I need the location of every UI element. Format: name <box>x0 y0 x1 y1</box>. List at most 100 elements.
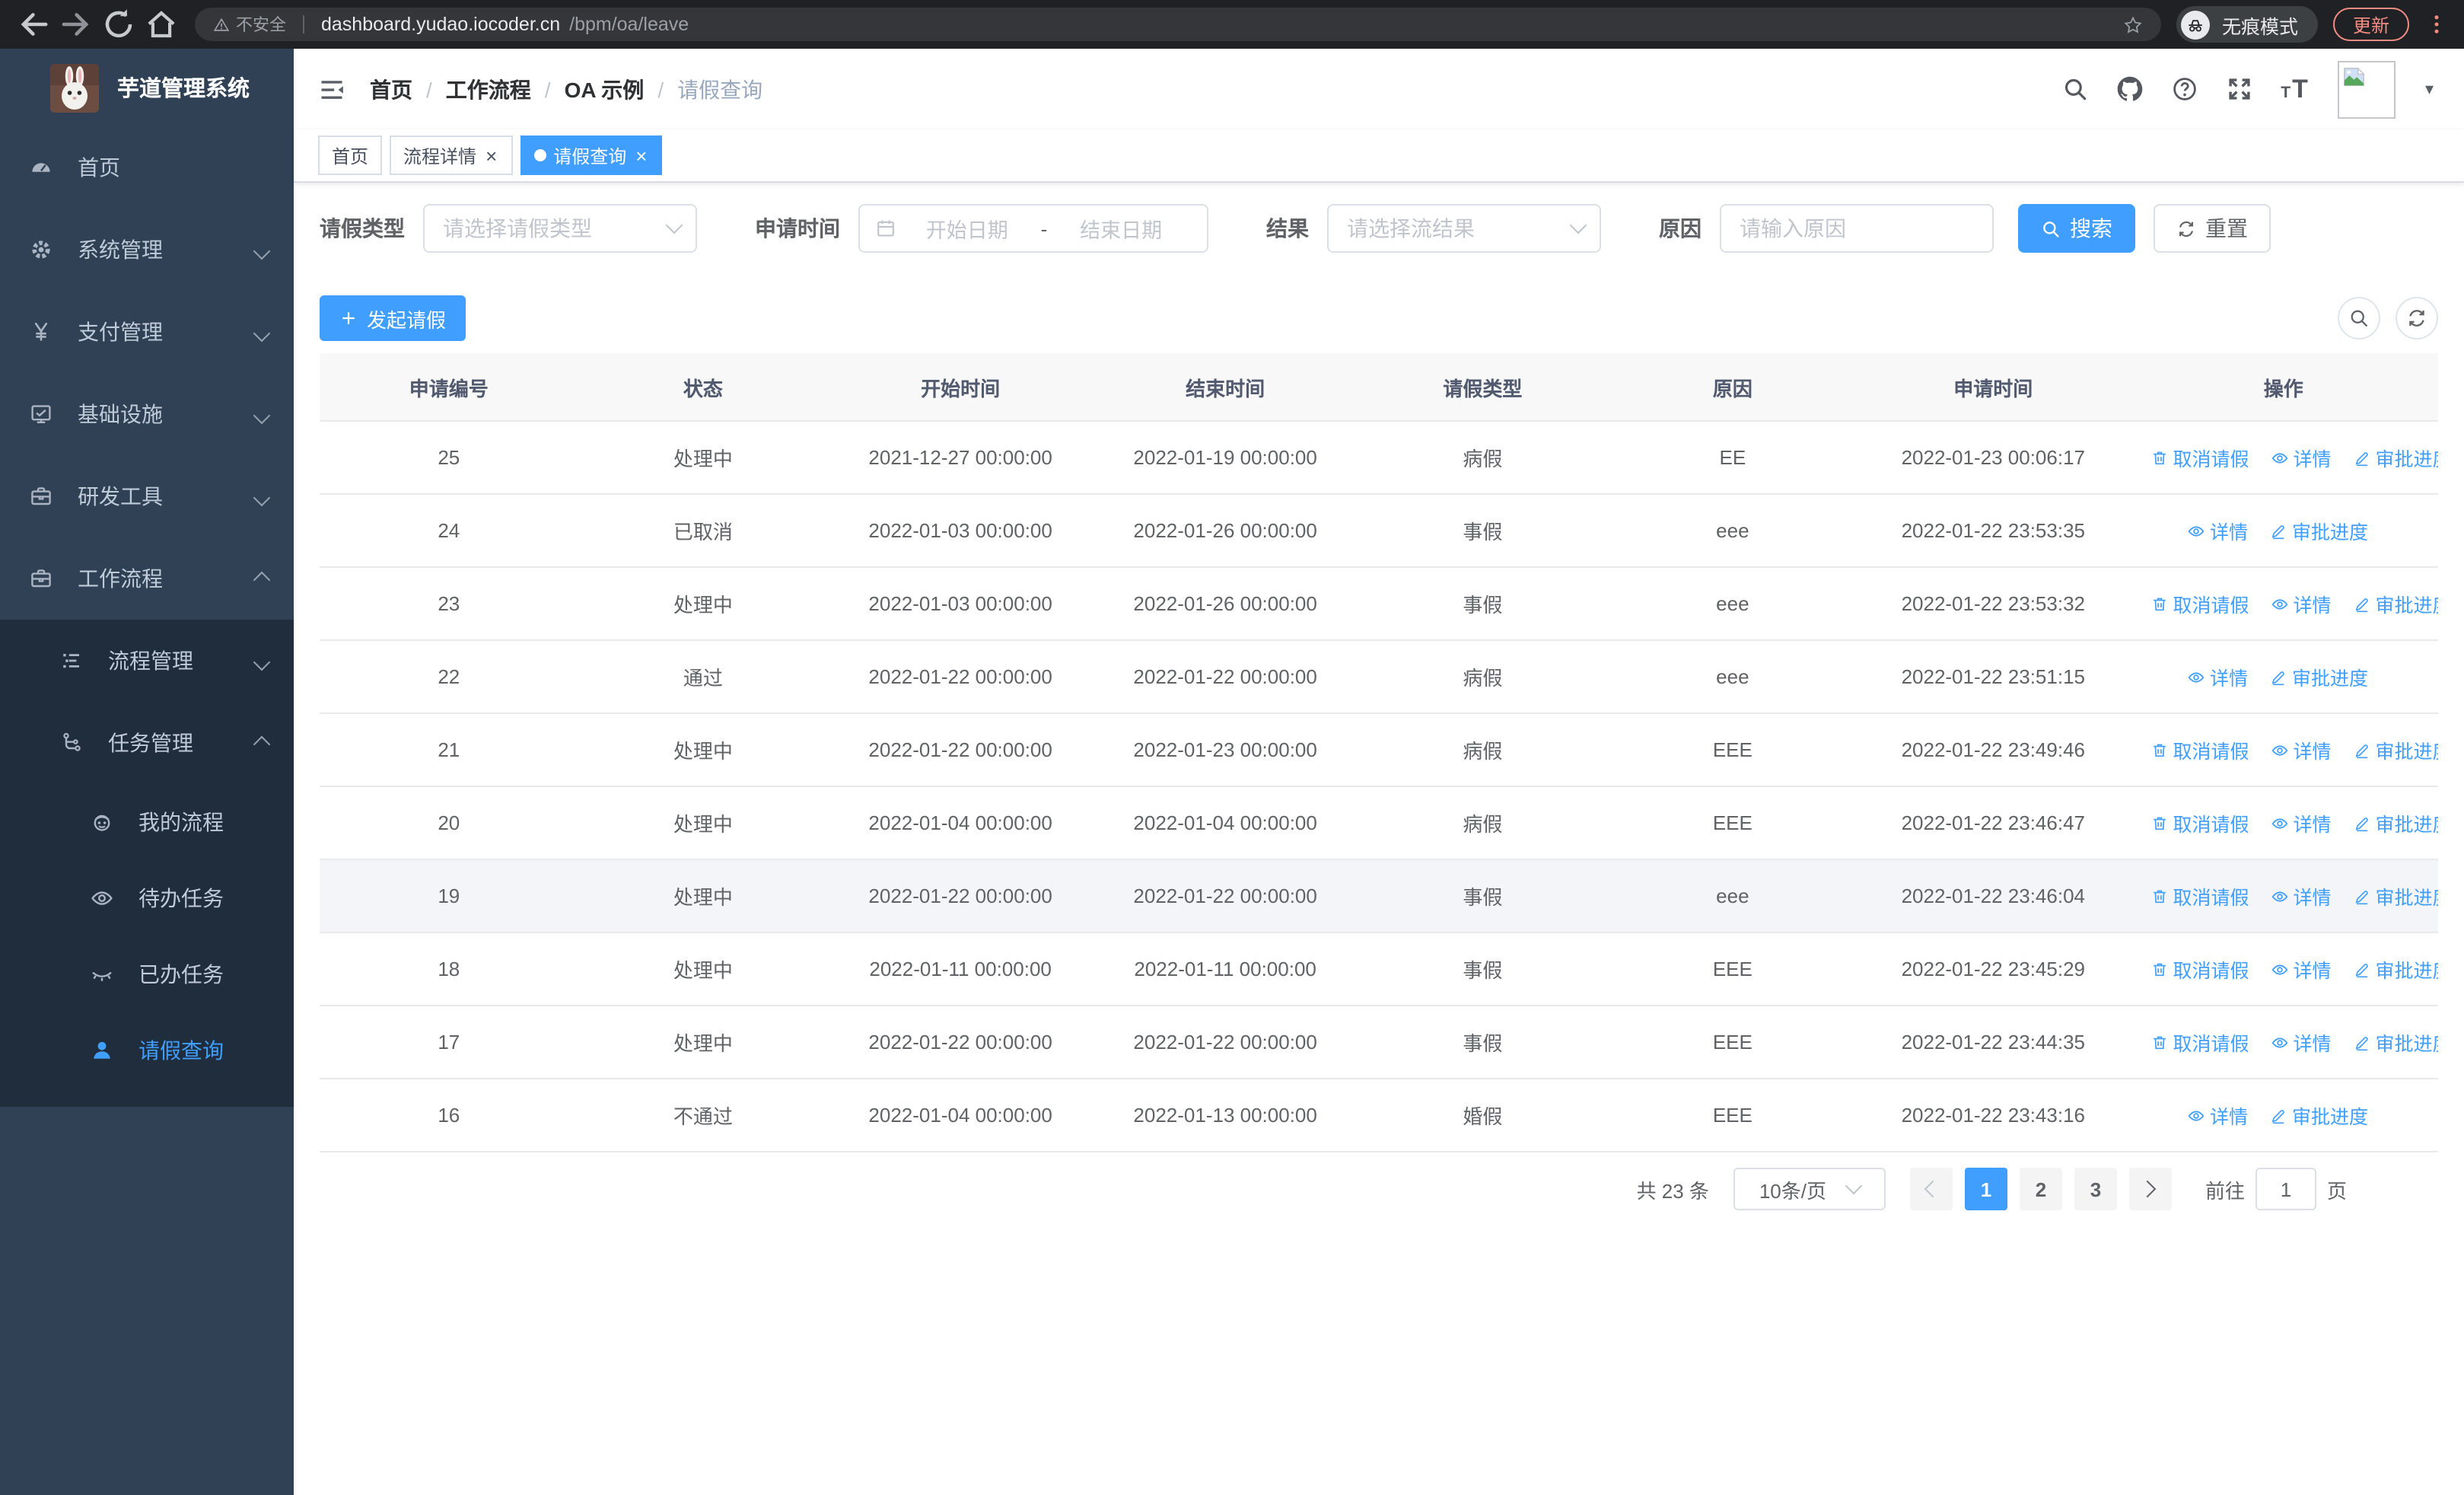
search-icon[interactable] <box>2061 76 2087 102</box>
page-size-select[interactable]: 10条/页 <box>1733 1168 1886 1210</box>
reset-button[interactable]: 重置 <box>2154 204 2271 253</box>
action-cancel[interactable]: 取消请假 <box>2150 443 2249 472</box>
reason-input[interactable] <box>1720 204 1994 253</box>
hamburger-icon[interactable] <box>318 75 345 103</box>
action-cancel[interactable]: 取消请假 <box>2150 1028 2249 1057</box>
browser-update-button[interactable]: 更新 <box>2332 8 2409 41</box>
top-navbar: 首页 / 工作流程 / OA 示例 / 请假查询 TT ▾ <box>294 49 2464 129</box>
action-detail[interactable]: 详情 <box>2271 443 2332 472</box>
page-button-3[interactable]: 3 <box>2074 1168 2117 1210</box>
sidebar-item-首页[interactable]: 首页 <box>0 126 294 209</box>
action-cancel[interactable]: 取消请假 <box>2150 955 2249 983</box>
action-progress[interactable]: 审批进度 <box>2353 955 2438 983</box>
filter-result: 结果 请选择流结果 <box>1266 204 1601 253</box>
goto-page-input[interactable] <box>2255 1168 2316 1210</box>
trash-icon <box>2150 448 2168 467</box>
leave-type-select[interactable]: 请选择请假类型 <box>423 204 697 253</box>
action-progress[interactable]: 审批进度 <box>2353 881 2438 910</box>
sidebar-item-已办任务[interactable]: 已办任务 <box>0 936 294 1012</box>
toggle-search-icon[interactable] <box>2338 297 2380 339</box>
tab-首页[interactable]: 首页 <box>318 135 383 175</box>
close-icon[interactable]: × <box>634 145 648 165</box>
goto-page: 前往 页 <box>2205 1168 2347 1210</box>
action-progress[interactable]: 审批进度 <box>2269 1101 2368 1130</box>
action-progress[interactable]: 审批进度 <box>2269 516 2368 545</box>
browser-reload-icon[interactable] <box>100 6 137 43</box>
date-range-picker[interactable]: 开始日期 - 结束日期 <box>858 204 1208 253</box>
avatar-caret-icon[interactable]: ▾ <box>2425 79 2434 99</box>
chevron-down-icon <box>253 402 271 426</box>
result-label: 结果 <box>1266 216 1309 241</box>
refresh-table-icon[interactable] <box>2396 297 2438 339</box>
breadcrumb-item[interactable]: OA 示例 <box>565 74 645 104</box>
sidebar-item-支付管理[interactable]: 支付管理 <box>0 291 294 373</box>
fullscreen-icon[interactable] <box>2226 76 2252 102</box>
sidebar-item-基础设施[interactable]: 基础设施 <box>0 373 294 455</box>
edit-icon <box>2353 1033 2371 1051</box>
action-detail[interactable]: 详情 <box>2187 516 2248 545</box>
close-icon[interactable]: × <box>484 145 498 165</box>
result-select[interactable]: 请选择流结果 <box>1327 204 1601 253</box>
sidebar-item-请假查询[interactable]: 请假查询 <box>0 1012 294 1089</box>
browser-home-icon[interactable] <box>143 6 180 43</box>
action-progress[interactable]: 审批进度 <box>2353 443 2438 472</box>
sidebar-item-系统管理[interactable]: 系统管理 <box>0 209 294 291</box>
filter-leave-type: 请假类型 请选择请假类型 <box>320 204 697 253</box>
eye-icon <box>2271 887 2289 905</box>
create-leave-button[interactable]: 发起请假 <box>320 295 466 341</box>
browser-back-icon[interactable] <box>15 6 52 43</box>
app-title: 芋道管理系统 <box>117 78 250 102</box>
font-size-icon[interactable]: TT <box>2281 74 2310 104</box>
action-detail[interactable]: 详情 <box>2271 808 2332 837</box>
action-progress[interactable]: 审批进度 <box>2353 589 2438 618</box>
table-row: 17 处理中 2022-01-22 00:00:00 2022-01-22 00:00… <box>320 1006 2438 1079</box>
action-detail[interactable]: 详情 <box>2271 1028 2332 1057</box>
briefcase-icon <box>29 566 53 591</box>
search-button[interactable]: 搜索 <box>2018 204 2135 253</box>
incognito-icon <box>2180 10 2210 39</box>
date-separator: - <box>1040 217 1048 240</box>
page-button-2[interactable]: 2 <box>2019 1168 2062 1210</box>
sidebar-item-任务管理[interactable]: 任务管理 <box>0 702 294 784</box>
sidebar-item-工作流程[interactable]: 工作流程 <box>0 537 294 620</box>
action-cancel[interactable]: 取消请假 <box>2150 808 2249 837</box>
page-button-1[interactable]: 1 <box>1964 1168 2007 1210</box>
sidebar-item-流程管理[interactable]: 流程管理 <box>0 620 294 702</box>
sidebar-menu: 首页 系统管理 支付管理 基础设施 研发工具 工作流程 流程管理 任务管理 我的流程 待办任务 已办… <box>0 126 294 1107</box>
action-progress[interactable]: 审批进度 <box>2353 808 2438 837</box>
action-detail[interactable]: 详情 <box>2271 589 2332 618</box>
not-secure-label: 不安全 <box>236 17 286 35</box>
action-detail[interactable]: 详情 <box>2271 735 2332 764</box>
help-icon[interactable] <box>2171 76 2197 102</box>
logo-link[interactable]: 芋道管理系统 <box>0 49 294 126</box>
eye-icon <box>2271 960 2289 978</box>
next-page-button[interactable] <box>2128 1168 2172 1210</box>
action-progress[interactable]: 审批进度 <box>2269 662 2368 691</box>
action-detail[interactable]: 详情 <box>2271 955 2332 983</box>
github-icon[interactable] <box>2116 76 2142 102</box>
action-cancel[interactable]: 取消请假 <box>2150 881 2249 910</box>
trash-icon <box>2150 1033 2168 1051</box>
action-detail[interactable]: 详情 <box>2187 662 2248 691</box>
tab-请假查询[interactable]: 请假查询 × <box>520 135 663 175</box>
not-secure-warning[interactable]: 不安全 <box>213 12 286 37</box>
browser-forward-icon[interactable] <box>58 6 94 43</box>
address-bar[interactable]: 不安全 dashboard.yudao.iocoder.cn/bpm/oa/le… <box>195 8 2161 41</box>
prev-page-button[interactable] <box>1909 1168 1953 1210</box>
avatar[interactable] <box>2338 60 2396 118</box>
browser-menu-icon[interactable] <box>2424 12 2449 37</box>
bookmark-star-icon[interactable] <box>2123 14 2143 34</box>
sidebar-item-待办任务[interactable]: 待办任务 <box>0 860 294 936</box>
sidebar-item-研发工具[interactable]: 研发工具 <box>0 455 294 537</box>
action-progress[interactable]: 审批进度 <box>2353 735 2438 764</box>
action-detail[interactable]: 详情 <box>2187 1101 2248 1130</box>
action-cancel[interactable]: 取消请假 <box>2150 589 2249 618</box>
breadcrumb-item[interactable]: 首页 <box>370 74 412 104</box>
action-detail[interactable]: 详情 <box>2271 881 2332 910</box>
action-progress[interactable]: 审批进度 <box>2353 1028 2438 1057</box>
action-cancel[interactable]: 取消请假 <box>2150 735 2249 764</box>
tab-流程详情[interactable]: 流程详情 × <box>390 135 513 175</box>
active-dot-icon <box>533 149 546 161</box>
sidebar-item-我的流程[interactable]: 我的流程 <box>0 784 294 860</box>
breadcrumb-item[interactable]: 工作流程 <box>446 74 531 104</box>
